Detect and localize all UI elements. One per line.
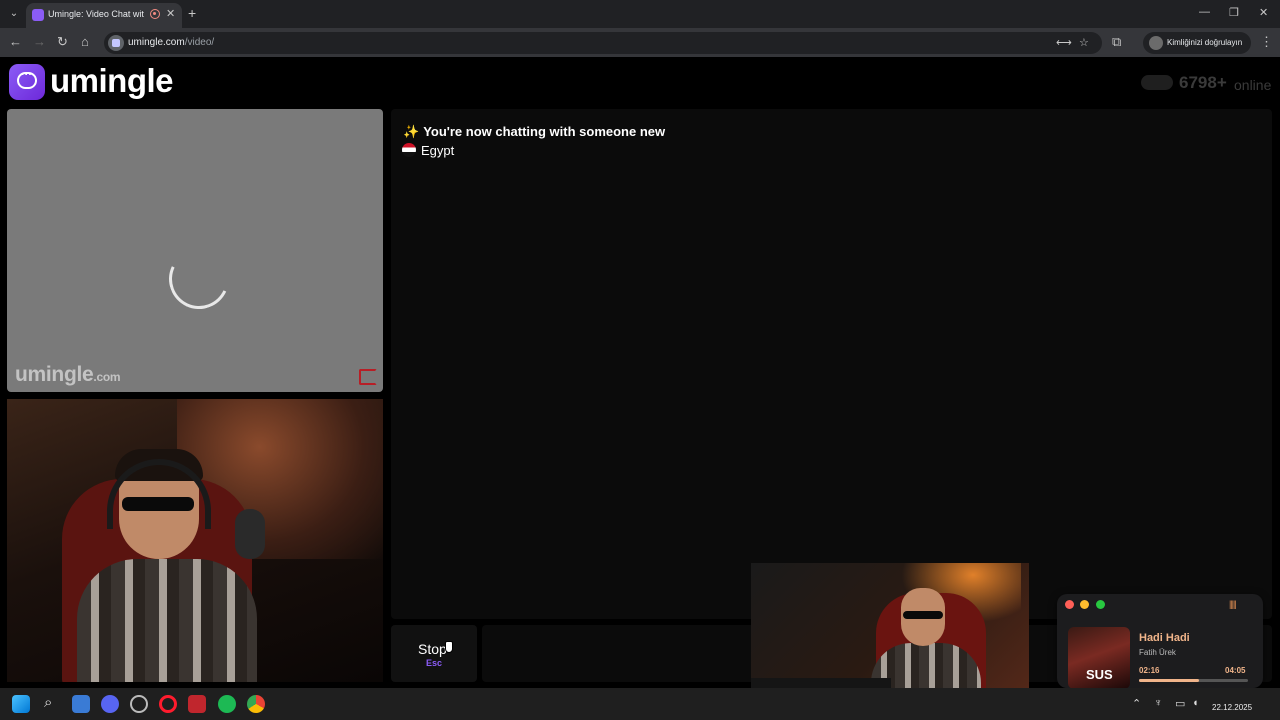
maximize-dot-icon[interactable] [1096,600,1105,609]
song-title: Hadi Hadi [1139,632,1190,644]
search-icon[interactable]: ⌕ [44,694,52,711]
logo-icon[interactable] [9,64,45,100]
online-label: online [1234,77,1272,93]
person-body [77,559,257,682]
app2-icon[interactable] [130,695,148,713]
browser-toolbar: ← → ↻ ⌂ umingle.com/video/ ⟷ ☆ ⧉ Kimliği… [0,28,1280,57]
tab-list-icon[interactable]: ⌄ [6,6,22,22]
forward-icon[interactable]: → [33,34,46,49]
song-progress-fill [1139,679,1200,682]
stranger-video: umingle.com [7,109,383,392]
translate-icon[interactable]: ⟷ [1056,36,1072,49]
stop-label: Stop [418,641,447,657]
stop-shortcut: Esc [426,658,443,668]
profile-button[interactable]: Kimliğinizi doğrulayın [1143,32,1251,54]
browser-tab[interactable]: Umingle: Video Chat with S ✕ [26,3,182,28]
online-count: 6798+ [1179,73,1227,92]
star-icon[interactable]: ☆ [1079,36,1089,49]
total-time: 04:05 [1225,666,1246,675]
discord-icon[interactable] [101,695,119,713]
url-host: umingle.com [128,37,185,48]
spotify-icon[interactable] [218,695,236,713]
watermark-text: umingle [15,363,94,386]
song-artist: Fatih Ürek [1139,648,1176,657]
chat-status-text: You're now chatting with someone new [423,124,666,139]
stranger-country: Egypt [402,143,454,158]
menu-icon[interactable]: ⋮ [1260,34,1273,50]
windows-taskbar: ⌕ ⌃ ♆ ▭ ◖ 22.12.2025 [0,688,1280,720]
network-icon[interactable]: ▭ [1175,697,1185,710]
chat-status: ✨ You're now chatting with someone new [403,124,665,140]
back-icon[interactable]: ← [9,34,22,49]
url-path: /video/ [184,37,215,48]
close-dot-icon[interactable] [1065,600,1074,609]
egypt-flag-icon [402,143,416,157]
self-video [7,399,383,682]
album-art: SUS [1068,627,1130,689]
app3-icon[interactable] [188,695,206,713]
video-watermark: umingle.com [15,363,121,387]
reload-icon[interactable]: ↻ [57,34,68,50]
tray-expand-icon[interactable]: ⌃ [1132,697,1141,710]
chat-panel: ✨ You're now chatting with someone new Eg… [391,109,1272,619]
home-icon[interactable]: ⌂ [81,34,89,49]
profile-label: Kimliğinizi doğrulayın [1167,38,1243,47]
new-tab-button[interactable]: + [188,5,196,21]
address-bar[interactable]: umingle.com/video/ ⟷ ☆ [104,32,1102,54]
tray-app-icon[interactable]: ♆ [1154,697,1162,709]
site-info-icon[interactable] [108,35,124,51]
song-progress-bar[interactable] [1139,679,1248,682]
tab-close-icon[interactable]: ✕ [166,7,175,20]
chrome-icon[interactable] [247,695,265,713]
loading-spinner-icon [160,240,238,318]
sunglasses [122,497,194,511]
report-flag-icon[interactable] [359,369,377,385]
stop-button[interactable]: Stop Esc [391,625,477,682]
minimize-icon[interactable]: — [1199,6,1210,18]
url-text: umingle.com/video/ [128,37,214,48]
restore-icon[interactable]: ❐ [1229,6,1239,19]
now-playing-widget: ||||| SUS Hadi Hadi Fatih Ürek 02:16 04:… [1057,594,1263,689]
windows-start-icon[interactable] [12,695,30,713]
taskbar-date[interactable]: 22.12.2025 [1212,703,1252,712]
profile-avatar [1149,36,1163,50]
app-icon[interactable] [72,695,90,713]
minimize-dot-icon[interactable] [1080,600,1089,609]
microphone [235,509,265,559]
extensions-icon[interactable]: ⧉ [1112,34,1121,50]
online-toggle[interactable] [1141,75,1173,90]
current-time: 02:16 [1139,666,1160,675]
album-art-text: SUS [1086,667,1113,682]
opera-icon[interactable] [159,695,177,713]
umingle-favicon-icon [32,9,44,21]
tab-title: Umingle: Video Chat with S [48,9,144,19]
browser-tab-bar: ⌄ Umingle: Video Chat with S ✕ + — ❐ ✕ [0,0,1280,28]
chat-bubble-icon [17,69,37,89]
equalizer-icon: ||||| [1229,599,1237,609]
volume-icon[interactable]: ◖ [1192,697,1199,709]
hand-cursor-icon [445,641,453,653]
sparkle-icon: ✨ [403,124,420,139]
watermark-suffix: .com [93,370,121,384]
overlay-sunglasses [903,611,943,619]
country-name: Egypt [421,143,455,158]
recording-icon [150,9,160,19]
logo-text[interactable]: umingle [50,62,174,100]
window-close-icon[interactable]: ✕ [1259,6,1268,19]
